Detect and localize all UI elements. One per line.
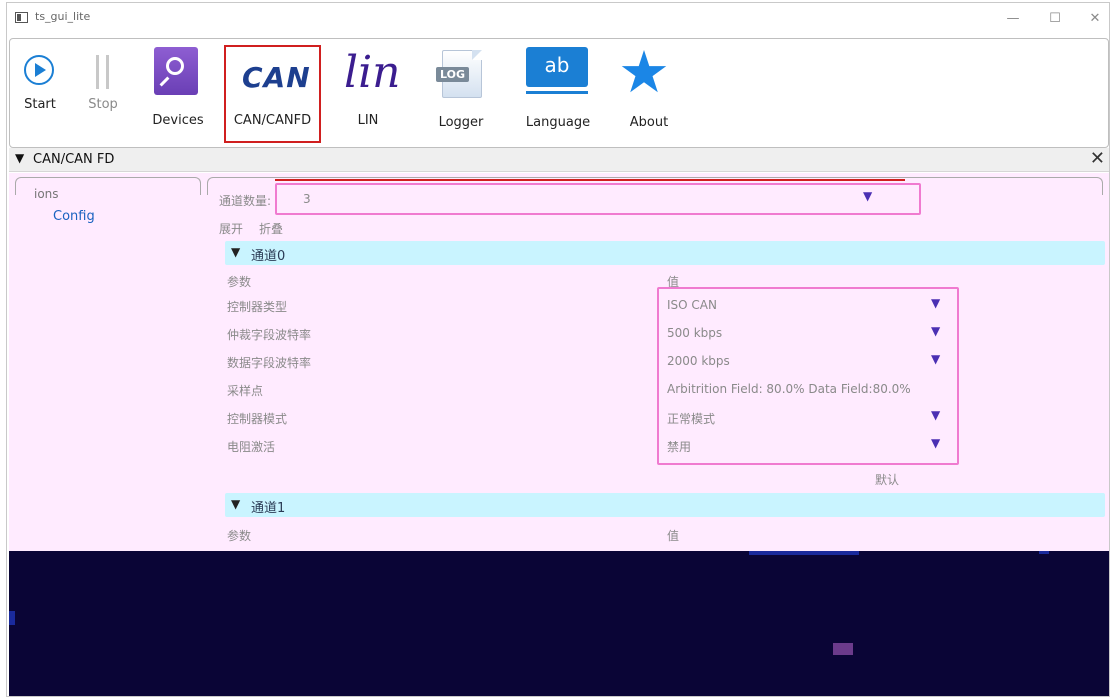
values-highlight: [657, 287, 959, 465]
param-column-header-2: 参数: [227, 529, 252, 543]
title-bar: ts_gui_lite — ☐ ✕: [7, 3, 1109, 37]
stop-label: Stop: [88, 97, 118, 112]
param-column-header: 参数: [227, 275, 252, 289]
rendering-artifact-area: [9, 551, 1109, 696]
app-window: ts_gui_lite — ☐ ✕ Start Stop Devices CAN…: [6, 2, 1110, 697]
channel-0-group-header[interactable]: ▼ 通道0: [225, 241, 1105, 265]
maximize-button[interactable]: ☐: [1045, 9, 1065, 29]
controller-type-select[interactable]: ISO CAN: [667, 298, 717, 312]
artifact-strip: [749, 551, 859, 555]
devices-label: Devices: [152, 113, 204, 128]
toolbar: Start Stop Devices CAN CAN/CANFD lin LIN…: [9, 38, 1109, 148]
chevron-down-icon[interactable]: ▼: [931, 296, 940, 310]
start-label: Start: [24, 97, 56, 112]
data-baud-select[interactable]: 2000 kbps: [667, 354, 730, 368]
channel-1-title: 通道1: [251, 501, 286, 516]
minimize-button[interactable]: —: [1003, 9, 1023, 29]
logger-label: Logger: [438, 115, 484, 130]
can-canfd-label: CAN/CANFD: [233, 113, 312, 128]
start-button[interactable]: Start: [10, 39, 70, 139]
channel-count-red-highlight: [275, 179, 905, 181]
config-content: ions Config 通道数量: 3 ▼ 展开 折叠 ▼ 通道0 参数 值 控…: [9, 173, 1109, 551]
pause-icon: [93, 55, 113, 89]
channel-count-select[interactable]: 3: [303, 192, 311, 206]
panel-close-button[interactable]: ✕: [1090, 148, 1105, 169]
collapse-arrow-icon: ▼: [231, 497, 241, 511]
chevron-down-icon[interactable]: ▼: [863, 189, 872, 203]
param-controller-mode: 控制器模式: [227, 412, 288, 426]
artifact-strip: [1039, 551, 1049, 554]
lin-label: LIN: [357, 113, 379, 128]
language-underline: [526, 91, 588, 94]
sample-point-value: Arbitrition Field: 80.0% Data Field:80.0…: [667, 382, 911, 396]
about-label: About: [629, 115, 669, 130]
default-button[interactable]: 默认: [875, 471, 899, 488]
log-badge: LOG: [436, 67, 469, 82]
can-canfd-button[interactable]: CAN CAN/CANFD: [224, 39, 321, 139]
param-termination: 电阻激活: [227, 440, 276, 454]
artifact-block: [833, 643, 853, 655]
window-title: ts_gui_lite: [35, 10, 91, 23]
about-button[interactable]: ★ About: [610, 39, 688, 139]
chevron-down-icon[interactable]: ▼: [931, 324, 940, 338]
collapse-link[interactable]: 折叠: [259, 220, 283, 237]
language-icon: ab: [526, 47, 588, 87]
language-button[interactable]: ab Language: [516, 39, 600, 139]
param-sample-point: 采样点: [227, 384, 264, 398]
artifact-strip: [9, 611, 15, 625]
chevron-down-icon[interactable]: ▼: [931, 436, 940, 450]
termination-select[interactable]: 禁用: [667, 438, 691, 455]
chevron-down-icon[interactable]: ▼: [931, 408, 940, 422]
param-arbitration-baud: 仲裁字段波特率: [227, 328, 312, 342]
tree-title: ions: [31, 187, 62, 201]
devices-button[interactable]: Devices: [140, 39, 216, 139]
param-data-baud: 数据字段波特率: [227, 356, 312, 370]
star-icon: ★: [618, 38, 670, 106]
logger-button[interactable]: LOG Logger: [416, 39, 506, 139]
close-window-button[interactable]: ✕: [1085, 9, 1105, 29]
can-logo-icon: CAN: [242, 61, 311, 94]
panel-title: CAN/CAN FD: [33, 152, 115, 167]
param-controller-type: 控制器类型: [227, 300, 288, 314]
stop-button[interactable]: Stop: [72, 39, 134, 139]
controller-mode-select[interactable]: 正常模式: [667, 410, 715, 427]
value-column-header-2: 值: [667, 529, 680, 543]
play-circle-icon: [24, 55, 54, 85]
channel-0-title: 通道0: [251, 249, 286, 264]
channel-count-highlight: [275, 183, 921, 215]
channel-1-group-header[interactable]: ▼ 通道1: [225, 493, 1105, 517]
tree-item-config[interactable]: Config: [53, 209, 95, 224]
arbitration-baud-select[interactable]: 500 kbps: [667, 326, 722, 340]
collapse-arrow-icon[interactable]: ▼: [15, 151, 24, 165]
panel-header[interactable]: ▼ CAN/CAN FD ✕: [9, 148, 1109, 172]
lin-logo-icon: lin: [344, 47, 401, 98]
lin-button[interactable]: lin LIN: [328, 39, 408, 139]
app-icon: [15, 12, 28, 23]
chevron-down-icon[interactable]: ▼: [931, 352, 940, 366]
channel-count-label: 通道数量:: [219, 194, 272, 208]
collapse-arrow-icon: ▼: [231, 245, 241, 259]
expand-link[interactable]: 展开: [219, 220, 243, 237]
language-label: Language: [525, 115, 591, 130]
search-icon: [154, 47, 198, 95]
